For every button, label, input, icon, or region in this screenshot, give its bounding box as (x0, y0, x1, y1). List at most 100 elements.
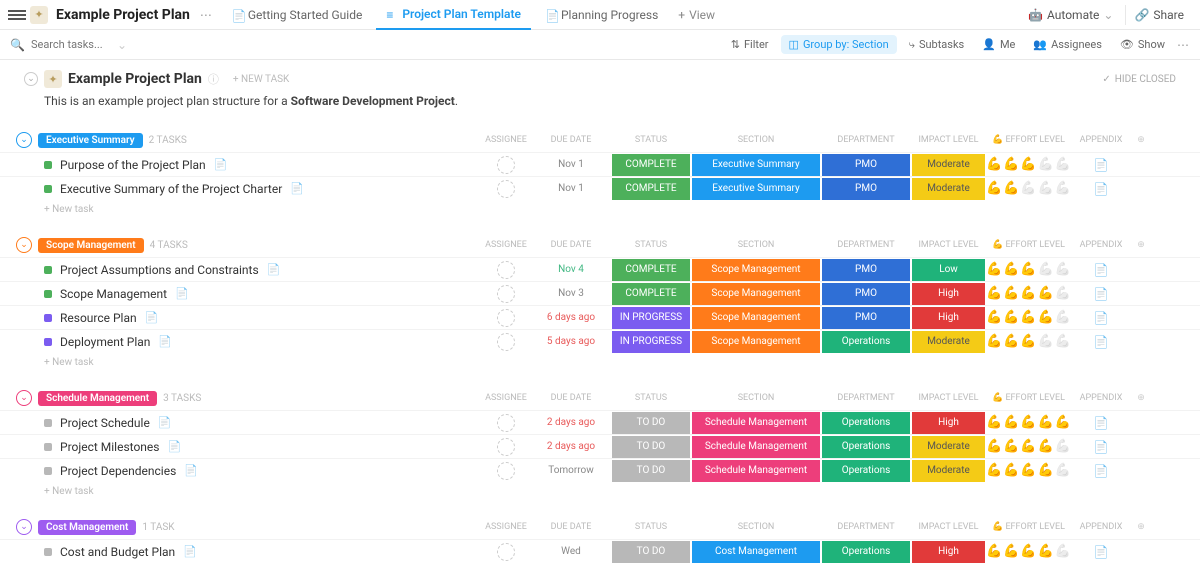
task-row[interactable]: Deployment Plan 📄 5 days ago IN PROGRESS… (0, 329, 1200, 353)
impact-cell[interactable]: High (912, 283, 985, 305)
due-date[interactable]: Nov 4 (531, 264, 611, 275)
task-name[interactable]: Deployment Plan (60, 335, 150, 349)
subtasks-button[interactable]: ⤷Subtasks (903, 38, 970, 52)
doc-icon[interactable]: 📄 (158, 335, 172, 348)
status-cell[interactable]: IN PROGRESS (612, 331, 690, 353)
task-row[interactable]: Project Dependencies 📄 Tomorrow TO DO Sc… (0, 458, 1200, 482)
info-icon[interactable]: ⓘ (208, 71, 219, 87)
group-collapse-icon[interactable]: ⌄ (16, 390, 32, 406)
status-cell[interactable]: COMPLETE (612, 154, 690, 176)
group-collapse-icon[interactable]: ⌄ (16, 237, 32, 253)
menu-icon[interactable] (8, 10, 26, 20)
impact-cell[interactable]: High (912, 541, 985, 563)
add-column-icon[interactable]: ⊕ (1131, 240, 1151, 250)
group-badge[interactable]: Executive Summary (38, 133, 143, 148)
department-cell[interactable]: PMO (822, 154, 910, 176)
share-button[interactable]: 🔗Share (1125, 5, 1192, 25)
add-column-icon[interactable]: ⊕ (1131, 135, 1151, 145)
task-name[interactable]: Cost and Budget Plan (60, 545, 175, 559)
search-box[interactable]: 🔍 ⌄ (10, 38, 140, 52)
section-cell[interactable]: Schedule Management (692, 436, 820, 458)
effort-cell[interactable]: 💪💪💪💪💪 (986, 262, 1071, 277)
assignee-button[interactable] (497, 285, 515, 303)
filter-button[interactable]: ⇅Filter (725, 38, 775, 51)
task-row[interactable]: Cost and Budget Plan 📄 Wed TO DO Cost Ma… (0, 539, 1200, 563)
section-cell[interactable]: Scope Management (692, 283, 820, 305)
add-column-icon[interactable]: ⊕ (1131, 522, 1151, 532)
appendix-cell[interactable]: 📄 (1071, 335, 1131, 349)
doc-icon[interactable]: 📄 (290, 182, 304, 195)
me-button[interactable]: 👤Me (976, 38, 1021, 51)
group-badge[interactable]: Scope Management (38, 238, 144, 253)
effort-cell[interactable]: 💪💪💪💪💪 (986, 310, 1071, 325)
tab-project-plan-template[interactable]: ≡Project Plan Template (376, 0, 531, 30)
toolbar-more-icon[interactable]: ⋯ (1177, 38, 1190, 52)
section-cell[interactable]: Executive Summary (692, 178, 820, 200)
department-cell[interactable]: PMO (822, 259, 910, 281)
effort-cell[interactable]: 💪💪💪💪💪 (986, 181, 1071, 196)
status-cell[interactable]: TO DO (612, 541, 690, 563)
status-cell[interactable]: COMPLETE (612, 283, 690, 305)
task-name[interactable]: Project Assumptions and Constraints (60, 263, 259, 277)
task-row[interactable]: Purpose of the Project Plan 📄 Nov 1 COMP… (0, 152, 1200, 176)
tab-planning-progress[interactable]: 📄Planning Progress (535, 0, 668, 30)
search-input[interactable] (31, 38, 111, 51)
status-square-icon[interactable] (44, 548, 52, 556)
status-cell[interactable]: TO DO (612, 412, 690, 434)
add-view-button[interactable]: + View (678, 8, 715, 22)
due-date[interactable]: 2 days ago (531, 417, 611, 428)
department-cell[interactable]: Operations (822, 436, 910, 458)
impact-cell[interactable]: High (912, 307, 985, 329)
task-row[interactable]: Project Assumptions and Constraints 📄 No… (0, 257, 1200, 281)
group-badge[interactable]: Cost Management (38, 520, 136, 535)
due-date[interactable]: 5 days ago (531, 336, 611, 347)
status-square-icon[interactable] (44, 266, 52, 274)
department-cell[interactable]: PMO (822, 178, 910, 200)
assignee-button[interactable] (497, 261, 515, 279)
status-square-icon[interactable] (44, 185, 52, 193)
doc-icon[interactable]: 📄 (214, 158, 228, 171)
section-cell[interactable]: Executive Summary (692, 154, 820, 176)
task-row[interactable]: Project Milestones 📄 2 days ago TO DO Sc… (0, 434, 1200, 458)
impact-cell[interactable]: High (912, 412, 985, 434)
collapse-all-icon[interactable]: ⌄ (24, 72, 38, 86)
status-cell[interactable]: COMPLETE (612, 178, 690, 200)
assignee-button[interactable] (497, 462, 515, 480)
appendix-cell[interactable]: 📄 (1071, 440, 1131, 454)
department-cell[interactable]: Operations (822, 460, 910, 482)
status-cell[interactable]: TO DO (612, 460, 690, 482)
assignee-button[interactable] (497, 333, 515, 351)
appendix-cell[interactable]: 📄 (1071, 158, 1131, 172)
doc-icon[interactable]: 📄 (168, 440, 182, 453)
project-more-icon[interactable]: ⋯ (200, 8, 212, 22)
due-date[interactable]: Nov 3 (531, 288, 611, 299)
status-square-icon[interactable] (44, 338, 52, 346)
assignees-button[interactable]: 👥Assignees (1027, 38, 1108, 51)
task-name[interactable]: Purpose of the Project Plan (60, 158, 206, 172)
effort-cell[interactable]: 💪💪💪💪💪 (986, 157, 1071, 172)
doc-icon[interactable]: 📄 (183, 545, 197, 558)
impact-cell[interactable]: Moderate (912, 331, 985, 353)
status-square-icon[interactable] (44, 314, 52, 322)
task-row[interactable]: Project Schedule 📄 2 days ago TO DO Sche… (0, 410, 1200, 434)
effort-cell[interactable]: 💪💪💪💪💪 (986, 544, 1071, 559)
due-date[interactable]: Nov 1 (531, 183, 611, 194)
effort-cell[interactable]: 💪💪💪💪💪 (986, 334, 1071, 349)
appendix-cell[interactable]: 📄 (1071, 182, 1131, 196)
status-square-icon[interactable] (44, 443, 52, 451)
status-square-icon[interactable] (44, 290, 52, 298)
appendix-cell[interactable]: 📄 (1071, 263, 1131, 277)
section-cell[interactable]: Schedule Management (692, 412, 820, 434)
appendix-cell[interactable]: 📄 (1071, 311, 1131, 325)
department-cell[interactable]: PMO (822, 307, 910, 329)
section-cell[interactable]: Schedule Management (692, 460, 820, 482)
automate-button[interactable]: 🤖Automate⌄ (1020, 8, 1121, 22)
effort-cell[interactable]: 💪💪💪💪💪 (986, 439, 1071, 454)
new-task-row[interactable]: + New task (0, 200, 1200, 219)
assignee-button[interactable] (497, 156, 515, 174)
show-button[interactable]: 👁Show (1114, 38, 1171, 51)
department-cell[interactable]: PMO (822, 283, 910, 305)
task-row[interactable]: Resource Plan 📄 6 days ago IN PROGRESS S… (0, 305, 1200, 329)
due-date[interactable]: 6 days ago (531, 312, 611, 323)
appendix-cell[interactable]: 📄 (1071, 287, 1131, 301)
